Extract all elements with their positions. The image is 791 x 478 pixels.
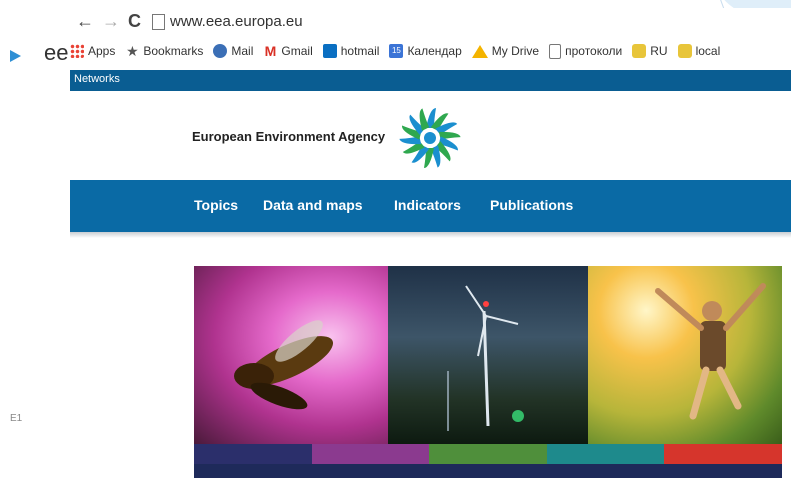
bottom-strip (194, 464, 782, 478)
bookmark-label: Bookmarks (143, 44, 204, 58)
networks-link[interactable]: Networks (74, 73, 120, 85)
bookmark-hotmail[interactable]: hotmail (322, 44, 380, 58)
bookmark-folder-icon (632, 44, 647, 58)
bookmark-label: Календар (407, 44, 462, 58)
bookmark-folder-icon (677, 44, 692, 58)
bookmark-label: RU (650, 44, 668, 58)
eea-logo-icon[interactable] (397, 105, 463, 171)
color-band-segment (311, 444, 430, 464)
star-icon: ★ (126, 43, 139, 59)
slide-footer-code: E1 (10, 413, 23, 424)
slide-bullet-text: ee (44, 40, 69, 65)
bookmark-label: hotmail (340, 44, 380, 58)
bookmarks-bar: Apps ★ Bookmarks Mail M Gmail hotmail 15 Календа… (70, 38, 791, 64)
bookmark-bookmarks[interactable]: ★ Bookmarks (125, 44, 203, 58)
color-band-segment (664, 444, 782, 464)
outlook-icon (322, 44, 337, 58)
bookmark-gmail[interactable]: M Gmail (263, 43, 313, 59)
gmail-icon: M (264, 43, 277, 59)
nav-publications[interactable]: Publications (490, 197, 573, 213)
color-band-segment (546, 444, 665, 464)
bookmark-label: Apps (88, 44, 116, 58)
browser-window: ← → C www.eea.europa.eu Apps ★ Bookmarks Ma… (70, 8, 791, 478)
hero-image-jumping-person (588, 266, 782, 444)
bookmark-local[interactable]: local (677, 44, 721, 58)
bookmark-label: Gmail (281, 44, 313, 58)
reload-icon[interactable]: C (128, 12, 141, 30)
hero-image-wind-turbine (388, 266, 588, 444)
nav-data-and-maps[interactable]: Data and maps (263, 197, 363, 213)
bookmark-протоколи[interactable]: протоколи (549, 43, 623, 59)
main-navigation: Topics Data and maps Indicators Publicat… (70, 180, 791, 232)
nav-topics[interactable]: Topics (194, 197, 238, 213)
hero-banner[interactable] (194, 266, 782, 444)
bookmark-mail[interactable]: Mail (213, 44, 253, 58)
hero-image-bee-flower (194, 266, 388, 444)
bookmark-ru[interactable]: RU (632, 44, 668, 58)
bookmark-label: протоколи (565, 44, 623, 58)
back-arrow-icon[interactable]: ← (76, 12, 94, 30)
mail-icon (213, 44, 228, 58)
color-band-segment (194, 444, 312, 464)
bookmark-apps[interactable]: Apps (70, 44, 115, 58)
nav-shadow (70, 232, 791, 238)
bookmark-label: local (695, 44, 721, 58)
apps-grid-icon (70, 44, 84, 58)
bookmark-label: Mail (231, 44, 254, 58)
address-bar: ← → C www.eea.europa.eu (70, 8, 791, 38)
nav-indicators[interactable]: Indicators (394, 197, 461, 213)
bookmark-my-drive[interactable]: My Drive (471, 44, 540, 58)
agency-name[interactable]: European Environment Agency (192, 129, 385, 144)
url-field[interactable]: www.eea.europa.eu (170, 13, 303, 30)
bookmark-календар[interactable]: 15 Календар (389, 44, 462, 58)
page-icon (549, 43, 562, 59)
page-icon (152, 14, 165, 30)
forward-arrow-icon[interactable]: → (102, 12, 120, 30)
bullet-triangle-icon (10, 50, 21, 62)
drive-icon (471, 44, 488, 58)
networks-bar: Networks (70, 70, 791, 91)
calendar-icon: 15 (389, 44, 404, 58)
color-band-segment (429, 444, 547, 464)
bookmark-label: My Drive (491, 44, 540, 58)
color-band (194, 444, 782, 464)
